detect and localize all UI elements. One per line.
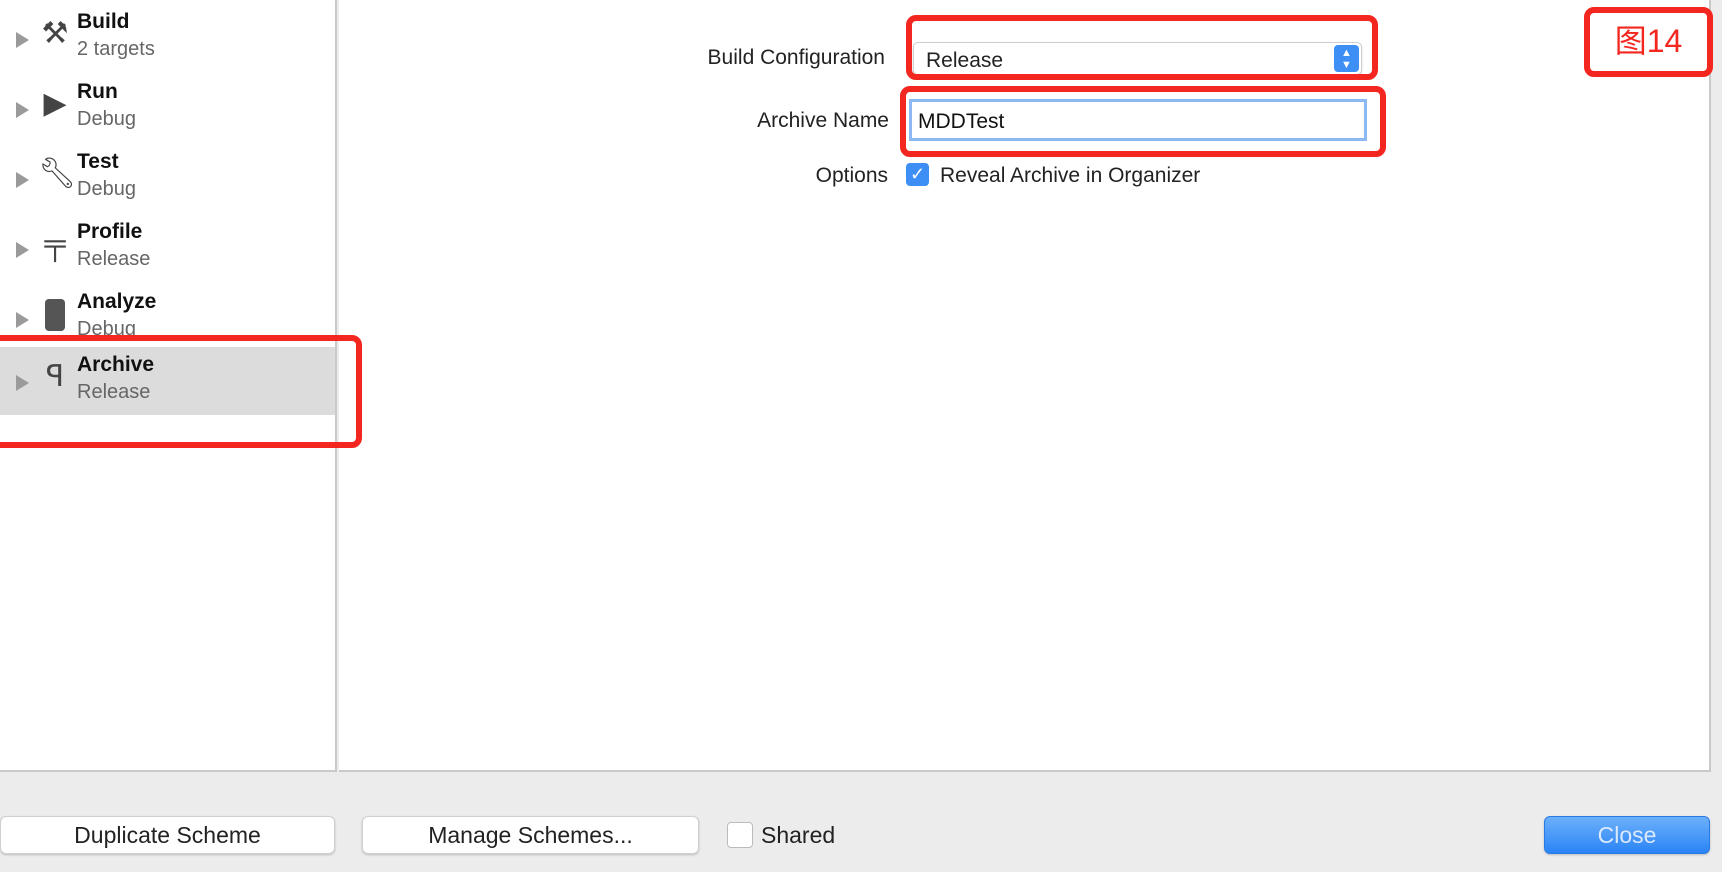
annotation-box-archive-name: [900, 86, 1386, 157]
sidebar-item-test[interactable]: 🔧︎ Test Debug: [0, 144, 335, 214]
caliper-icon: ╤: [44, 227, 66, 260]
reveal-archive-label[interactable]: Reveal Archive in Organizer: [940, 164, 1200, 188]
sidebar-item-profile[interactable]: ╤ Profile Release: [0, 214, 335, 284]
shared-label[interactable]: Shared: [761, 822, 835, 849]
disclosure-triangle-icon[interactable]: [16, 102, 29, 118]
annotation-box-archive: [0, 335, 362, 448]
disclosure-triangle-icon[interactable]: [16, 312, 29, 328]
hammer-icon: ⚒: [41, 17, 69, 50]
reveal-archive-checkbox[interactable]: ✓: [906, 163, 929, 186]
figure-label: 图14: [1584, 7, 1713, 77]
manage-schemes-button[interactable]: Manage Schemes...: [362, 816, 699, 854]
wrench-icon: 🔧︎: [38, 157, 77, 190]
archive-name-label: Archive Name: [757, 109, 889, 132]
disclosure-triangle-icon[interactable]: [16, 172, 29, 188]
sidebar-item-run[interactable]: ▶ Run Debug: [0, 74, 335, 144]
analyze-icon: [38, 296, 72, 332]
annotation-box-build-config: [906, 15, 1378, 80]
build-configuration-label: Build Configuration: [707, 46, 885, 69]
disclosure-triangle-icon[interactable]: [16, 32, 29, 48]
duplicate-scheme-button[interactable]: Duplicate Scheme: [0, 816, 335, 854]
options-label: Options: [815, 164, 888, 187]
sidebar-item-build[interactable]: ⚒ Build 2 targets: [0, 4, 335, 74]
play-icon: ▶: [43, 87, 67, 120]
close-button[interactable]: Close: [1544, 816, 1710, 854]
disclosure-triangle-icon[interactable]: [16, 242, 29, 258]
shared-checkbox[interactable]: [727, 822, 753, 848]
